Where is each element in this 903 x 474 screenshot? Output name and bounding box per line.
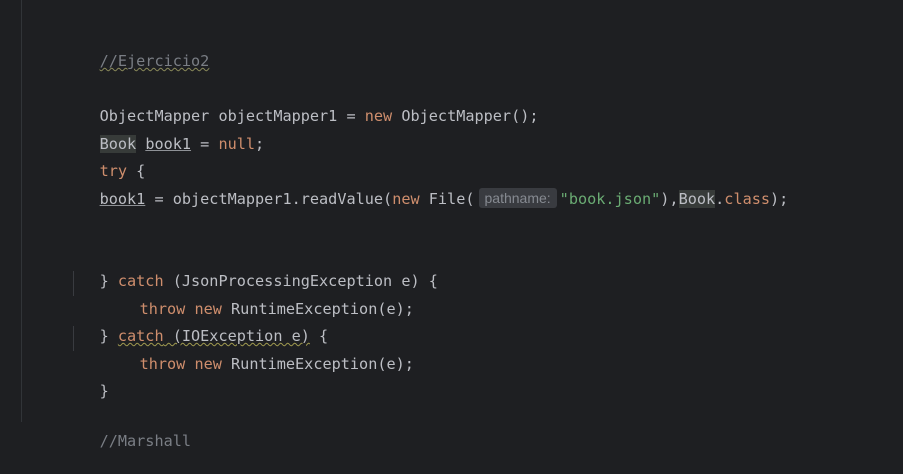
keyword-new: new [392,190,420,208]
code-line-readvalue[interactable]: book1 = objectMapper1.readValue(new File… [63,166,788,208]
assign-op: = [191,135,219,153]
file-ctor: File( [419,190,475,208]
string-literal: "book.json" [559,190,661,208]
keyword-new: new [194,355,222,373]
type-name-highlighted: Book [678,190,716,208]
keyword-null: null [218,135,256,153]
keyword-new: new [364,107,393,125]
close-brace: } [99,382,109,400]
variable-name: book1 [99,190,146,208]
close-paren-comma: ), [660,190,679,208]
dot: . [715,190,725,208]
code-line-close[interactable]: } [63,358,109,400]
code-line-catch-json[interactable]: } catch (JsonProcessingException e) { [63,248,438,290]
code-line-throw-2[interactable]: throw new RuntimeException(e); [103,331,414,373]
constructor-call: ObjectMapper(); [392,107,539,125]
exception-ctor: RuntimeException(e); [221,355,414,373]
comment-text: //Ejercicio2 [99,52,210,70]
code-editor[interactable]: //Ejercicio2 ObjectMapper objectMapper1 … [0,0,903,450]
variable-name: book1 [145,135,192,153]
indent-guide [73,326,74,351]
gutter-divider [21,0,22,422]
code-line-comment[interactable]: //Ejercicio2 [63,28,210,70]
code-line-catch-io[interactable]: } catch (IOException e) { [63,303,329,345]
comment-text: //Marshall [99,432,192,450]
parameter-hint: pathname: [478,188,557,208]
code-line-throw-1[interactable]: throw new RuntimeException(e); [103,276,414,318]
code-line-book-decl[interactable]: Book book1 = null; [63,111,264,153]
indent-guide [73,271,74,296]
keyword-class: class [724,190,771,208]
semicolon: ; [255,135,265,153]
code-line-try[interactable]: try { [63,138,146,180]
statement-end: ); [770,190,789,208]
method-call: = objectMapper1.readValue( [145,190,393,208]
keyword-throw: throw [139,355,186,373]
code-line-comment-marshall[interactable]: //Marshall [63,408,191,450]
code-line-objectmapper[interactable]: ObjectMapper objectMapper1 = new ObjectM… [63,83,539,125]
